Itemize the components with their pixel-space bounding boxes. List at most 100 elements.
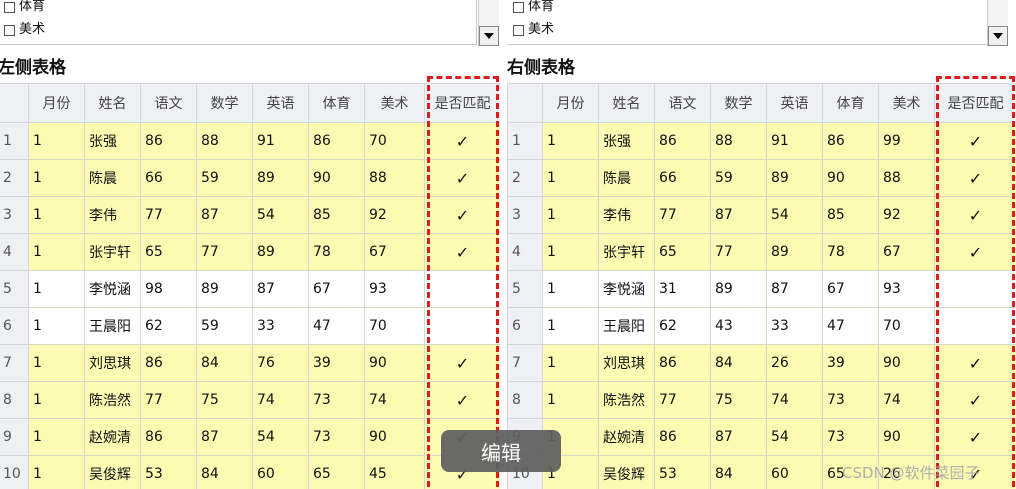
table-cell[interactable]: 张宇轩 (84, 233, 141, 271)
table-row[interactable]: 7 1 刘思琪 86 84 76 39 90 ✓ (0, 344, 500, 382)
checkbox[interactable] (513, 24, 524, 36)
table-cell[interactable]: 70 (364, 307, 425, 345)
table-cell[interactable]: 45 (364, 455, 425, 489)
table-cell[interactable]: 75 (710, 381, 767, 419)
column-header[interactable]: 数学 (196, 83, 253, 123)
table-cell[interactable]: 1 (542, 381, 599, 419)
column-header[interactable]: 体育 (822, 83, 879, 123)
table-cell[interactable]: 86 (822, 122, 879, 160)
table-cell[interactable]: 99 (878, 122, 935, 160)
table-cell[interactable]: 1 (28, 307, 85, 345)
table-cell[interactable]: 92 (878, 196, 935, 234)
right-filter-scrollbar[interactable] (987, 0, 1008, 46)
table-cell[interactable]: 53 (654, 455, 711, 489)
table-cell[interactable]: 39 (308, 344, 365, 382)
right-filter-option-pe[interactable]: 体育 (513, 0, 554, 15)
table-cell[interactable]: 1 (542, 122, 599, 160)
table-cell[interactable]: 76 (252, 344, 309, 382)
table-cell[interactable]: 73 (822, 418, 879, 456)
column-header[interactable]: 体育 (308, 83, 365, 123)
table-cell[interactable]: 77 (140, 381, 197, 419)
table-cell[interactable]: 1 (28, 196, 85, 234)
table-cell[interactable]: 60 (766, 455, 823, 489)
table-cell[interactable]: 陈浩然 (598, 381, 655, 419)
table-cell[interactable]: 85 (308, 196, 365, 234)
table-cell[interactable]: 86 (140, 344, 197, 382)
table-cell[interactable]: 33 (766, 307, 823, 345)
table-cell[interactable]: 62 (654, 307, 711, 345)
table-cell[interactable]: 60 (252, 455, 309, 489)
table-row[interactable]: 4 1 张宇轩 65 77 89 78 67 ✓ (0, 233, 500, 271)
table-cell[interactable]: 78 (822, 233, 879, 271)
table-row[interactable]: 8 1 陈浩然 77 75 74 73 74 ✓ (0, 381, 500, 419)
table-cell[interactable]: 53 (140, 455, 197, 489)
column-header[interactable]: 美术 (878, 83, 935, 123)
dropdown-button[interactable] (988, 26, 1008, 46)
table-cell[interactable]: 77 (654, 196, 711, 234)
column-header[interactable]: 月份 (542, 83, 599, 123)
column-header[interactable]: 英语 (766, 83, 823, 123)
table-cell[interactable]: 47 (822, 307, 879, 345)
table-cell[interactable]: 67 (308, 270, 365, 308)
table-cell[interactable]: 1 (28, 233, 85, 271)
table-cell[interactable]: 吴俊辉 (84, 455, 141, 489)
table-cell[interactable]: 87 (196, 196, 253, 234)
table-cell[interactable]: 89 (252, 159, 309, 197)
table-cell[interactable]: 62 (140, 307, 197, 345)
table-cell[interactable]: 87 (252, 270, 309, 308)
table-cell[interactable]: 65 (654, 233, 711, 271)
table-cell[interactable]: 87 (196, 418, 253, 456)
table-cell[interactable]: 92 (364, 196, 425, 234)
table-cell[interactable]: 1 (542, 233, 599, 271)
table-cell[interactable]: 33 (252, 307, 309, 345)
table-cell[interactable]: 88 (364, 159, 425, 197)
table-row[interactable]: 1 1 张强 86 88 91 86 70 ✓ (0, 122, 500, 160)
table-cell[interactable]: 65 (140, 233, 197, 271)
table-cell[interactable]: 李伟 (598, 196, 655, 234)
table-cell[interactable]: 张宇轩 (598, 233, 655, 271)
table-cell[interactable]: 67 (364, 233, 425, 271)
table-cell[interactable]: 86 (654, 122, 711, 160)
table-cell[interactable]: 77 (654, 381, 711, 419)
table-cell[interactable]: 1 (542, 270, 599, 308)
table-cell[interactable]: 88 (196, 122, 253, 160)
table-cell[interactable]: 赵婉清 (84, 418, 141, 456)
column-header[interactable]: 语文 (140, 83, 197, 123)
right-filter-option-art[interactable]: 美术 (513, 22, 554, 38)
table-cell[interactable]: 1 (542, 196, 599, 234)
table-cell[interactable]: 89 (252, 233, 309, 271)
table-cell[interactable]: 59 (196, 159, 253, 197)
table-cell[interactable]: 刘思琪 (598, 344, 655, 382)
column-header[interactable]: 姓名 (598, 83, 655, 123)
table-cell[interactable]: 86 (140, 418, 197, 456)
table-cell[interactable]: 66 (654, 159, 711, 197)
table-cell[interactable]: 66 (140, 159, 197, 197)
table-cell[interactable]: 74 (766, 381, 823, 419)
table-row[interactable]: 6 1 王晨阳 62 59 33 47 70 (0, 307, 500, 345)
table-cell[interactable]: 89 (710, 270, 767, 308)
table-cell[interactable]: 59 (196, 307, 253, 345)
table-cell[interactable]: 李伟 (84, 196, 141, 234)
table-cell[interactable]: 90 (878, 344, 935, 382)
table-cell[interactable]: 84 (710, 455, 767, 489)
left-filter-option-pe[interactable]: 体育 (4, 0, 45, 15)
table-cell[interactable]: 54 (252, 418, 309, 456)
table-cell[interactable]: 赵婉清 (598, 418, 655, 456)
right-filter-list[interactable]: 体育 美术 (507, 0, 988, 45)
table-cell[interactable]: 67 (878, 233, 935, 271)
table-cell[interactable]: 87 (766, 270, 823, 308)
table-cell[interactable]: 陈浩然 (84, 381, 141, 419)
table-cell[interactable]: 74 (252, 381, 309, 419)
column-header[interactable]: 美术 (364, 83, 425, 123)
table-cell[interactable]: 93 (878, 270, 935, 308)
table-cell[interactable]: 59 (710, 159, 767, 197)
table-cell[interactable]: 90 (364, 344, 425, 382)
table-cell[interactable]: 67 (822, 270, 879, 308)
table-cell[interactable]: 王晨阳 (84, 307, 141, 345)
table-cell[interactable]: 88 (710, 122, 767, 160)
table-cell[interactable]: 77 (140, 196, 197, 234)
table-cell[interactable]: 90 (308, 159, 365, 197)
table-cell[interactable]: 1 (28, 344, 85, 382)
table-cell[interactable]: 43 (710, 307, 767, 345)
table-cell[interactable]: 刘思琪 (84, 344, 141, 382)
